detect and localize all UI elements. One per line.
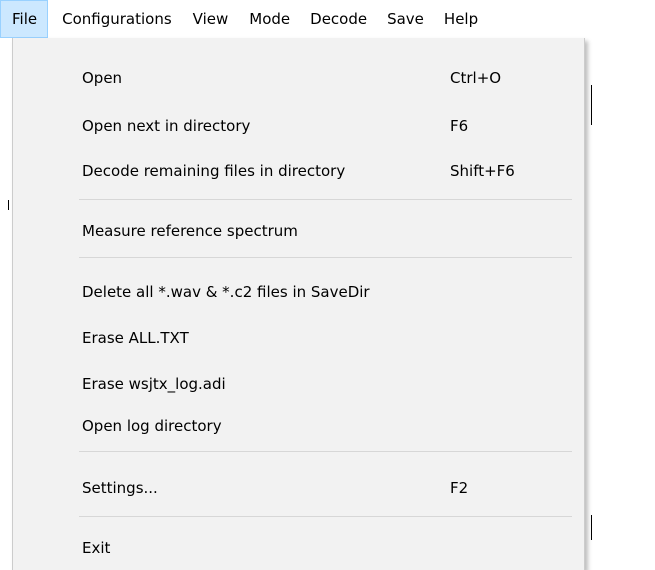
menu-item-erase-all-txt[interactable]: Erase ALL.TXT [13,318,584,358]
menu-item-label: Delete all *.wav & *.c2 files in SaveDir [82,283,370,301]
menu-item-erase-wsjtx-log[interactable]: Erase wsjtx_log.adi [13,364,584,404]
menu-item-delete-wav[interactable]: Delete all *.wav & *.c2 files in SaveDir [13,272,584,312]
menu-item-measure-reference[interactable]: Measure reference spectrum [13,211,584,251]
menu-file[interactable]: File [0,0,49,38]
menu-bar: File Configurations View Mode Decode Sav… [0,0,655,38]
background-window [591,38,655,570]
menu-item-shortcut: F2 [450,479,469,497]
menu-item-shortcut: Shift+F6 [450,162,515,180]
menu-item-open[interactable]: Open Ctrl+O [13,58,584,98]
menu-item-shortcut: F6 [450,117,469,135]
menu-item-label: Open log directory [82,417,222,435]
menu-item-label: Erase wsjtx_log.adi [82,375,226,393]
menu-separator [79,257,572,258]
menu-item-open-log-directory[interactable]: Open log directory [13,406,584,446]
menu-item-settings[interactable]: Settings... F2 [13,468,584,508]
menu-item-decode-remaining[interactable]: Decode remaining files in directory Shif… [13,151,584,191]
menu-help[interactable]: Help [434,0,488,38]
menu-item-label: Erase ALL.TXT [82,329,189,347]
background-window-border [591,85,592,125]
file-menu-dropdown: Open Ctrl+O Open next in directory F6 De… [12,38,585,570]
menu-item-label: Open next in directory [82,117,251,135]
background-window-border [591,515,592,540]
menu-view[interactable]: View [183,0,240,38]
menu-separator [79,199,572,200]
menu-mode[interactable]: Mode [239,0,300,38]
menu-item-exit[interactable]: Exit [13,528,584,568]
menu-item-label: Measure reference spectrum [82,222,298,240]
menu-save[interactable]: Save [377,0,434,38]
menu-item-label: Exit [82,539,111,557]
menu-configurations[interactable]: Configurations [48,0,183,38]
menu-item-label: Decode remaining files in directory [82,162,346,180]
background-window-edge [8,200,9,210]
menu-item-shortcut: Ctrl+O [450,69,502,87]
menu-item-label: Settings... [82,479,158,497]
menu-separator [79,451,572,452]
menu-separator [79,516,572,517]
menu-item-open-next[interactable]: Open next in directory F6 [13,106,584,146]
menu-item-label: Open [82,69,123,87]
menu-decode[interactable]: Decode [300,0,377,38]
